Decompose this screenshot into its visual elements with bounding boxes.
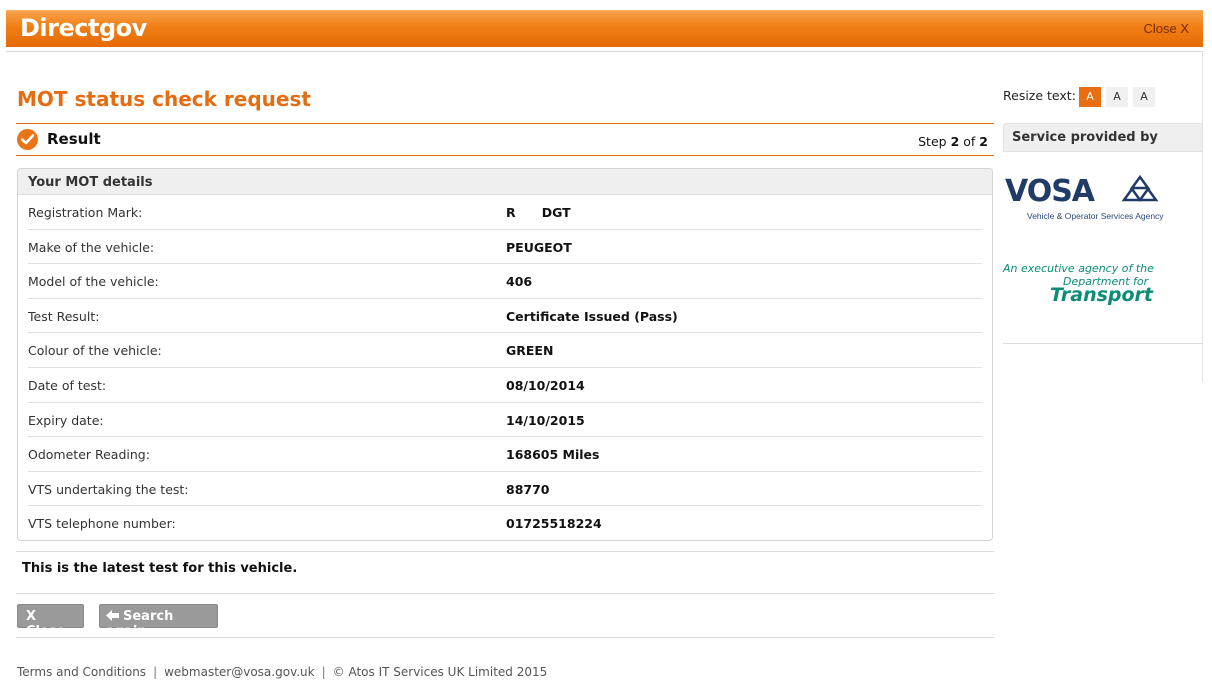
detail-label: Model of the vehicle:	[28, 274, 159, 290]
mot-details-heading: Your MOT details	[18, 169, 992, 195]
sidebar-divider	[1003, 343, 1203, 344]
detail-value: 08/10/2014	[506, 377, 585, 393]
detail-value: PEUGEOT	[506, 239, 572, 255]
detail-row-model: Model of the vehicle: 406	[28, 264, 982, 299]
dft-line1: An executive agency of the	[1003, 262, 1154, 275]
step-indicator: Step 2 of 2	[918, 134, 988, 149]
detail-label: Date of test:	[28, 377, 107, 393]
footer: Terms and Conditions | webmaster@vosa.gov.…	[17, 665, 547, 679]
latest-test-note: This is the latest test for this vehicle…	[22, 561, 298, 576]
result-heading: Result	[47, 130, 101, 148]
detail-value: 168605 Miles	[506, 447, 600, 463]
vosa-logo-text: VOSA	[1005, 174, 1096, 209]
divider	[16, 551, 994, 552]
detail-label: Test Result:	[28, 308, 100, 324]
copyright: © Atos IT Services UK Limited 2015	[332, 665, 548, 679]
detail-label: Make of the vehicle:	[28, 239, 155, 255]
text-size-large[interactable]: A	[1133, 87, 1155, 107]
detail-value: 406	[506, 274, 533, 290]
detail-value: 01725518224	[506, 516, 602, 532]
detail-row-odometer: Odometer Reading: 168605 Miles	[28, 437, 982, 472]
detail-value: 14/10/2015	[506, 412, 585, 428]
check-icon	[17, 129, 38, 150]
detail-value: Certificate Issued (Pass)	[506, 308, 678, 324]
service-provided-heading: Service provided by	[1003, 123, 1203, 152]
detail-row-registration: Registration Mark: R DGT	[28, 195, 982, 230]
resize-text-label: Resize text:	[1003, 88, 1076, 103]
detail-value: GREEN	[506, 343, 554, 359]
detail-row-colour: Colour of the vehicle: GREEN	[28, 333, 982, 368]
footer-separator: |	[321, 665, 326, 679]
arrow-left-icon	[106, 609, 119, 624]
step-prefix: Step	[918, 134, 947, 149]
detail-row-expiry: Expiry date: 14/10/2015	[28, 403, 982, 438]
text-size-small[interactable]: A	[1079, 87, 1101, 107]
detail-label: VTS undertaking the test:	[28, 481, 189, 497]
step-of: of	[963, 134, 976, 149]
page-edge	[1202, 52, 1203, 382]
detail-label: Registration Mark:	[28, 205, 143, 220]
step-total: 2	[979, 134, 988, 149]
terms-link[interactable]: Terms and Conditions	[17, 665, 146, 679]
step-current: 2	[950, 134, 960, 149]
page-title: MOT status check request	[17, 87, 311, 111]
vosa-subtitle: Vehicle & Operator Services Agency	[1027, 211, 1164, 221]
vosa-triangles-icon	[1121, 174, 1159, 202]
close-link[interactable]: Close X	[1143, 21, 1189, 36]
search-again-button[interactable]: Search again	[99, 604, 218, 639]
detail-label: Colour of the vehicle:	[28, 343, 162, 359]
detail-value: 88770	[506, 481, 550, 497]
divider	[16, 593, 994, 594]
directgov-logo[interactable]: Directgov	[20, 14, 147, 42]
header-divider	[6, 51, 1203, 52]
mot-details-panel: Your MOT details Registration Mark: R DG…	[17, 168, 993, 541]
detail-row-test-date: Date of test: 08/10/2014	[28, 368, 982, 403]
detail-label: Odometer Reading:	[28, 447, 150, 463]
vosa-logo[interactable]: VOSA Vehicle & Operator Services Agency	[1003, 168, 1181, 228]
webmaster-email-link[interactable]: webmaster@vosa.gov.uk	[164, 665, 315, 679]
divider	[16, 637, 994, 638]
header-bar: Directgov Close X	[6, 10, 1203, 47]
dft-line3: Transport	[1050, 284, 1154, 306]
detail-row-vts-phone: VTS telephone number: 01725518224	[28, 506, 982, 541]
footer-separator: |	[153, 665, 158, 679]
result-bar: Result Step 2 of 2	[16, 123, 994, 156]
detail-row-test-result: Test Result: Certificate Issued (Pass)	[28, 299, 982, 334]
text-size-medium[interactable]: A	[1106, 87, 1128, 107]
detail-label: Expiry date:	[28, 412, 104, 428]
detail-label: VTS telephone number:	[28, 516, 176, 532]
close-button[interactable]: X Close	[17, 604, 84, 639]
detail-value: R DGT	[506, 205, 571, 220]
detail-row-vts: VTS undertaking the test: 88770	[28, 472, 982, 507]
detail-row-make: Make of the vehicle: PEUGEOT	[28, 230, 982, 265]
